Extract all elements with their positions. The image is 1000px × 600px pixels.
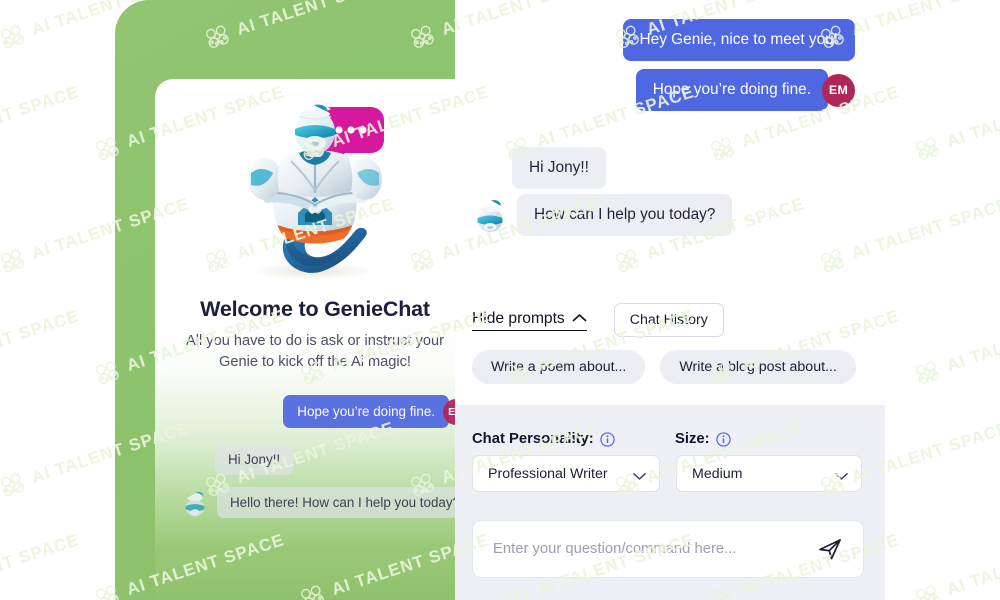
prompt-chip-list: Write a poem about... Write a blog post … xyxy=(472,350,856,384)
prompt-chip-poem[interactable]: Write a poem about... xyxy=(472,350,646,384)
settings-selects: Professional Writer Medium xyxy=(472,455,862,492)
composer-placeholder: Enter your question/command here... xyxy=(493,541,737,557)
preview-bubble-text: Hi Jony!! xyxy=(215,444,294,475)
genie-bot-avatar-icon xyxy=(472,197,508,233)
genie-robot-illustration xyxy=(215,99,415,284)
message-bubble: Hi Jony!! xyxy=(512,147,606,189)
info-icon[interactable] xyxy=(715,431,731,447)
prompt-chip-blog[interactable]: Write a blog post about... xyxy=(660,350,856,384)
watermark-tile: AI TALENT SPACE xyxy=(0,529,82,600)
size-value: Medium xyxy=(692,465,743,482)
preview-message-bot-2: Hello there! How can I help you today? xyxy=(155,487,475,518)
watermark-text: AI TALENT SPACE xyxy=(0,530,82,599)
avatar: EM xyxy=(822,73,855,107)
settings-labels: Chat Personality: Size: xyxy=(472,431,731,447)
chat-message-user-2: Hope you’re doing fine. EM xyxy=(455,69,885,111)
watermark-tile: AI TALENT SPACE xyxy=(0,305,82,387)
message-bubble: How can I help you today? xyxy=(517,194,733,236)
preview-bubble-text: Hello there! How can I help you today? xyxy=(217,487,474,518)
welcome-subtitle: All you have to do is ask or instruct yo… xyxy=(177,331,453,373)
size-label: Size: xyxy=(675,431,710,447)
welcome-subtitle-line-1: All you have to do is ask or instruct yo… xyxy=(186,333,444,349)
brain-logo-icon xyxy=(1,25,24,48)
chevron-up-icon xyxy=(572,310,587,328)
send-paper-plane-icon[interactable] xyxy=(817,536,843,562)
message-bubble: Hey Genie, nice to meet you! xyxy=(622,19,855,61)
preview-message-bot-1: Hi Jony!! xyxy=(155,444,475,475)
hide-prompts-label: Hide prompts xyxy=(472,309,565,327)
chat-personality-value: Professional Writer xyxy=(488,465,608,482)
preview-message-user: Hope you’re doing fine. EM xyxy=(155,395,475,428)
brain-logo-icon xyxy=(1,473,24,496)
size-select[interactable]: Medium xyxy=(676,455,862,492)
chat-message-bot-1: Hi Jony!! xyxy=(512,147,606,189)
preview-chat-list: Hope you’re doing fine. EM Hi Jony!! xyxy=(155,395,475,518)
prompts-header: Hide prompts Chat History xyxy=(472,303,724,337)
welcome-card: Welcome to GenieChat All you have to do … xyxy=(155,79,475,600)
settings-panel: Chat Personality: Size: Professional Wri… xyxy=(455,405,885,600)
page-title: Welcome to GenieChat xyxy=(200,297,430,321)
brain-logo-icon xyxy=(1,249,24,272)
info-icon[interactable] xyxy=(600,431,615,447)
chat-message-bot-2: How can I help you today? xyxy=(472,194,733,236)
chat-personality-label: Chat Personality: xyxy=(472,431,594,447)
chat-message-user-1: Hey Genie, nice to meet you! xyxy=(455,19,885,61)
welcome-subtitle-line-2: Genie to kick off the Ai magic! xyxy=(219,354,411,370)
chat-personality-select[interactable]: Professional Writer xyxy=(472,455,660,492)
preview-bubble-text: Hope you’re doing fine. xyxy=(283,395,449,428)
message-bubble: Hope you’re doing fine. xyxy=(635,69,828,111)
composer-input[interactable]: Enter your question/command here... xyxy=(472,520,864,578)
watermark-text: AI TALENT SPACE xyxy=(0,306,82,375)
app-screenshot: Welcome to GenieChat All you have to do … xyxy=(0,0,1000,600)
chevron-down-icon xyxy=(633,469,646,480)
chat-history-button[interactable]: Chat History xyxy=(613,303,724,337)
chat-personality-label-group: Chat Personality: xyxy=(472,431,675,447)
watermark-tile: AI TALENT SPACE xyxy=(0,81,82,163)
hide-prompts-toggle[interactable]: Hide prompts xyxy=(472,310,587,331)
chat-panel: Hey Genie, nice to meet you! Hope you’re… xyxy=(455,0,1000,600)
watermark-text: AI TALENT SPACE xyxy=(0,82,82,151)
size-label-group: Size: xyxy=(675,431,731,447)
chevron-down-icon xyxy=(835,469,848,480)
genie-bot-avatar-icon xyxy=(181,489,209,517)
